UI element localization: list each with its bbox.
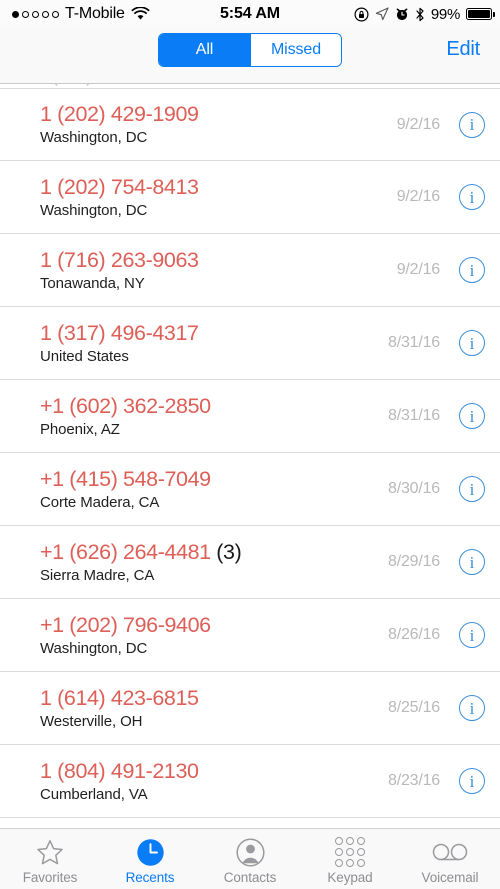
info-circle-icon[interactable]: i — [459, 257, 485, 283]
tab-label: Contacts — [223, 869, 277, 885]
table-row[interactable]: +1 (602) 362-2850 Phoenix, AZ 8/31/16 i — [0, 380, 500, 453]
status-bar: T-Mobile 5:54 AM 99% — [0, 0, 500, 28]
info-circle-icon[interactable]: i — [459, 768, 485, 794]
info-circle-icon[interactable]: i — [459, 476, 485, 502]
tab-contacts[interactable]: Contacts — [200, 829, 300, 889]
info-circle-icon[interactable]: i — [459, 184, 485, 210]
rotation-lock-icon — [354, 6, 369, 22]
tab-label: Favorites — [22, 869, 78, 885]
segment-missed[interactable]: Missed — [250, 34, 341, 66]
table-row[interactable]: +1 (626) 264-4481 (3) Sierra Madre, CA 8… — [0, 526, 500, 599]
call-date: 8/29/16 — [388, 553, 440, 570]
call-date: 8/23/16 — [388, 772, 440, 789]
info-circle-icon[interactable]: i — [459, 695, 485, 721]
segment-all[interactable]: All — [159, 34, 250, 66]
tab-favorites[interactable]: Favorites — [0, 829, 100, 889]
call-date: 8/31/16 — [388, 334, 440, 351]
table-row[interactable]: 1 (202) 429-1909 Washington, DC 9/2/16 i — [0, 88, 500, 161]
clock-icon — [136, 838, 165, 867]
call-date: 9/2/16 — [396, 188, 440, 205]
recents-call-list[interactable]: 1 (202) 429-1909 Washington, DC 9/2/16 i… — [0, 88, 500, 828]
status-bar-right: 99% — [354, 5, 495, 23]
table-row[interactable]: +1 (202) 796-9406 Washington, DC 8/26/16… — [0, 599, 500, 672]
info-circle-icon[interactable]: i — [459, 622, 485, 648]
person-circle-icon — [235, 837, 265, 867]
partial-scrolled-row-text: 1 (202) 629-1100 — [38, 84, 167, 87]
tab-keypad[interactable]: Keypad — [300, 829, 400, 889]
call-date: 8/30/16 — [388, 480, 440, 497]
recents-filter-segmented-control[interactable]: All Missed — [158, 33, 342, 67]
table-row[interactable]: +1 (415) 548-7049 Corte Madera, CA 8/30/… — [0, 453, 500, 526]
edit-button[interactable]: Edit — [446, 38, 480, 61]
table-row[interactable]: 1 (716) 263-9063 Tonawanda, NY 9/2/16 i — [0, 234, 500, 307]
info-circle-icon[interactable]: i — [459, 111, 485, 138]
call-date: 8/26/16 — [388, 626, 440, 643]
battery-icon — [466, 8, 495, 20]
navigation-bar: All Missed Edit — [0, 28, 500, 84]
tab-label: Voicemail — [421, 869, 479, 885]
call-date: 9/2/16 — [396, 115, 440, 133]
voicemail-icon — [432, 838, 468, 867]
tab-label: Keypad — [327, 869, 373, 885]
alarm-clock-icon — [395, 7, 409, 21]
tab-bar: Favorites Recents Contacts Keypad Voicem… — [0, 828, 500, 889]
call-count: (3) — [210, 539, 242, 564]
info-circle-icon[interactable]: i — [459, 403, 485, 429]
table-row[interactable]: 1 (202) 754-8413 Washington, DC 9/2/16 i — [0, 161, 500, 234]
table-row[interactable]: 1 (804) 491-2130 Cumberland, VA 8/23/16 … — [0, 745, 500, 818]
call-date: 8/25/16 — [388, 699, 440, 716]
tab-label: Recents — [125, 869, 175, 885]
partial-scrolled-row: 1 (202) 629-1100 — [0, 84, 500, 89]
table-row[interactable]: 1 (614) 423-6815 Westerville, OH 8/25/16… — [0, 672, 500, 745]
info-circle-icon[interactable]: i — [459, 549, 485, 575]
tab-voicemail[interactable]: Voicemail — [400, 829, 500, 889]
call-date: 9/2/16 — [396, 261, 440, 278]
keypad-grid-icon — [335, 837, 365, 867]
star-icon — [36, 838, 64, 867]
call-date: 8/31/16 — [388, 407, 440, 424]
phone-app-screen: T-Mobile 5:54 AM 99% All Missed Edit 1 (… — [0, 0, 500, 889]
table-row[interactable]: 1 (317) 496-4317 United States 8/31/16 i — [0, 307, 500, 380]
location-arrow-icon — [375, 7, 389, 21]
tab-recents[interactable]: Recents — [100, 829, 200, 889]
battery-percentage: 99% — [430, 5, 460, 23]
bluetooth-icon — [415, 7, 425, 22]
info-circle-icon[interactable]: i — [459, 330, 485, 356]
